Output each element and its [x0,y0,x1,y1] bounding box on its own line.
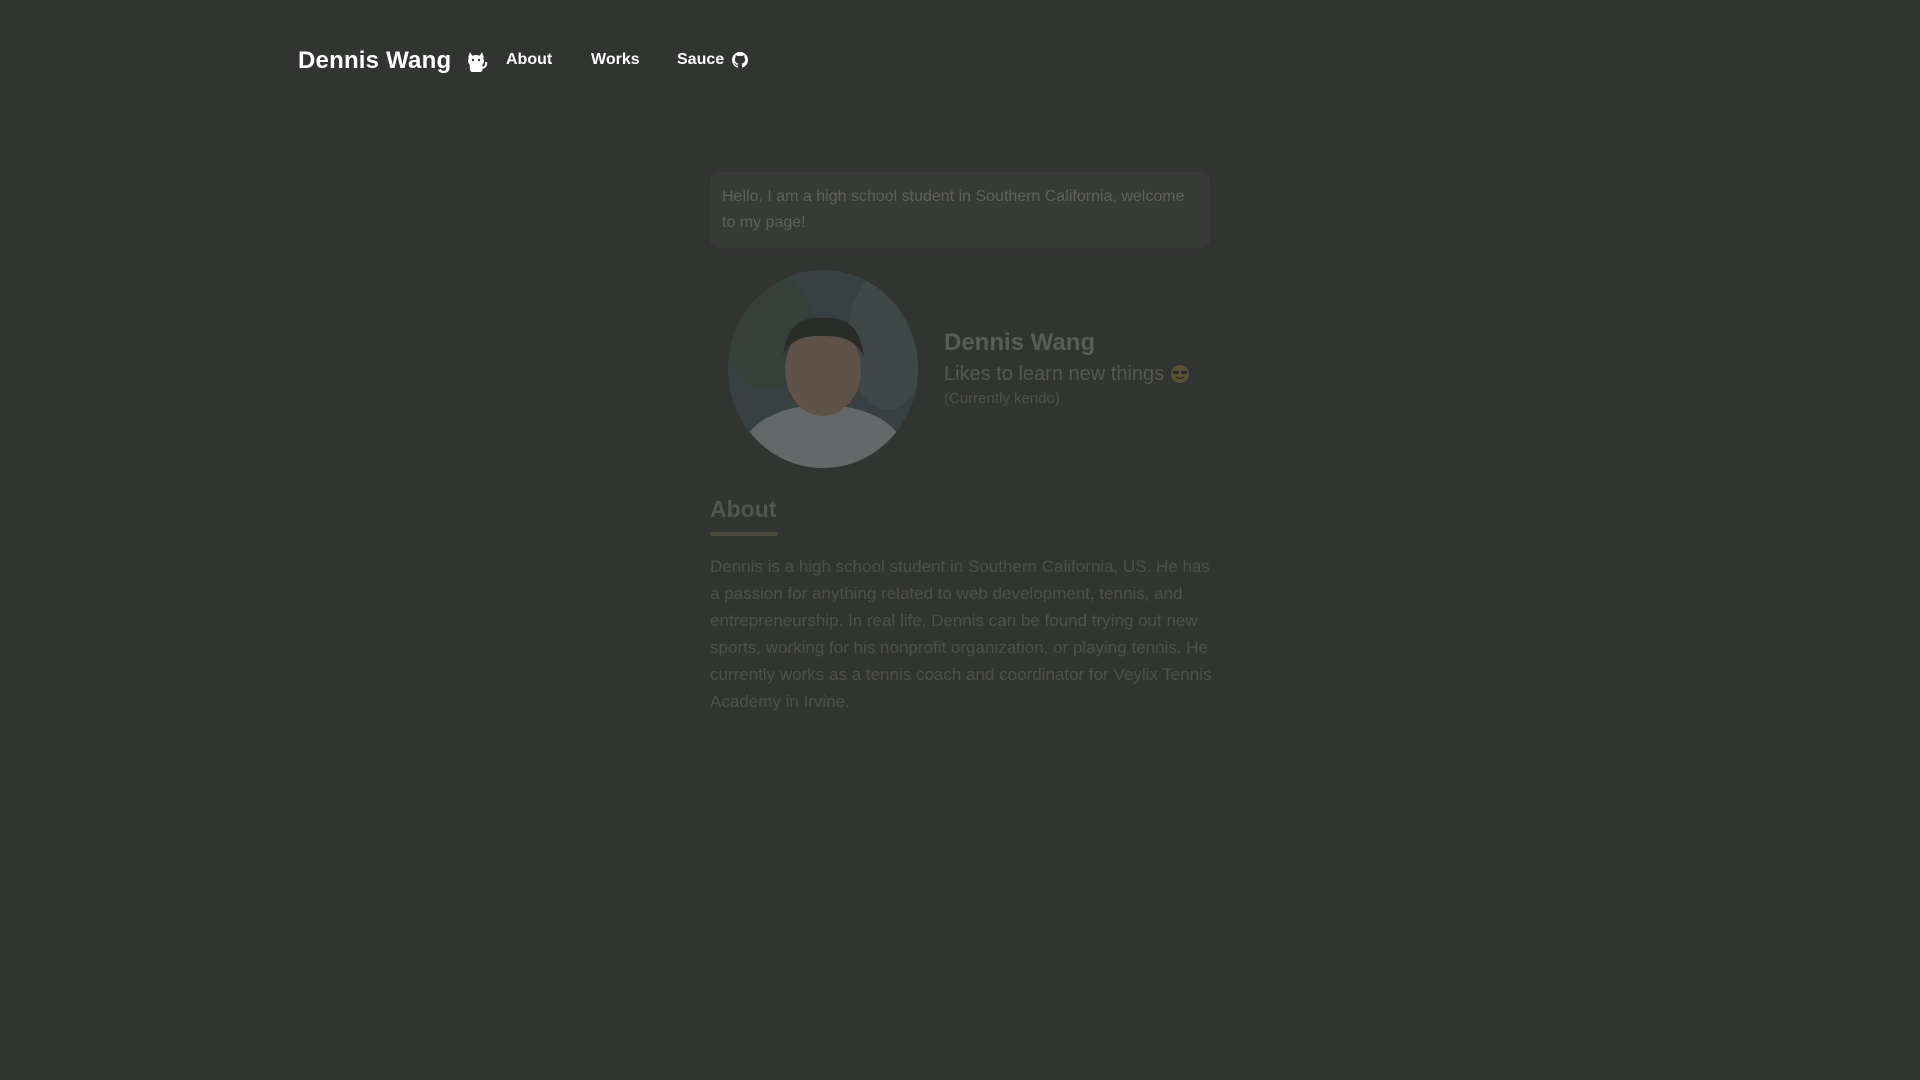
profile-tagline-text: Likes to learn new things [944,363,1165,385]
about-paragraph: Dennis is a high school student in South… [710,557,1212,711]
nav-link-label: About [506,51,553,68]
profile-tagline: Likes to learn new things [944,360,1244,388]
main-content: Hello, I am a high school student in Sou… [710,172,1210,248]
github-icon [732,52,749,68]
section-underline [710,532,778,536]
cat-icon [463,48,489,74]
greeting-banner: Hello, I am a high school student in Sou… [710,172,1210,248]
nav-link-label: Sauce [677,51,725,68]
profile-note: (Currently kendo) [944,390,1060,407]
profile-name: Dennis Wang [944,329,1096,356]
sunglasses-emoji-icon [1170,364,1190,384]
brand-name: Dennis Wang [298,47,452,74]
nav-link-label: Works [591,51,640,68]
brand-link[interactable]: Dennis Wang [298,47,489,75]
greeting-text: Hello, I am a high school student in Sou… [722,188,1185,231]
nav-link-sauce[interactable]: Sauce [677,51,749,69]
profile-info: Dennis Wang Likes to learn new things (C… [944,328,1244,410]
section-title-about: About [710,496,777,522]
nav-link-works[interactable]: Works [591,51,640,69]
nav-link-about[interactable]: About [506,51,552,69]
profile-avatar [728,270,918,468]
navbar: Dennis Wang About Works Sauce [0,0,1920,124]
